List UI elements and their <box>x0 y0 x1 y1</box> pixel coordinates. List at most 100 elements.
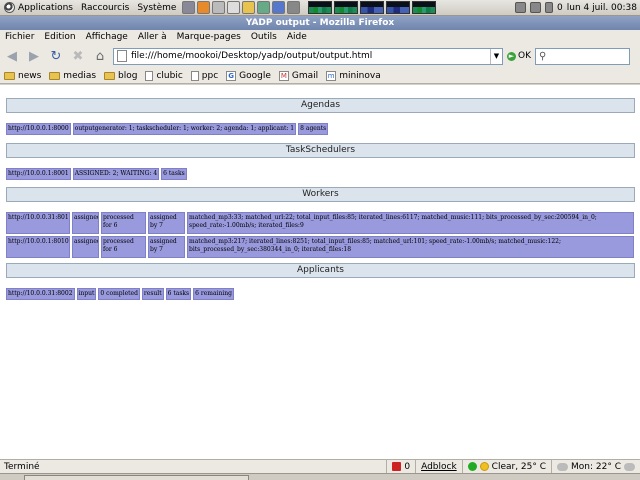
menu-outils[interactable]: Outils <box>246 32 282 42</box>
home-button[interactable]: ⌂ <box>91 47 109 65</box>
window-title: YADP output - Mozilla Firefox <box>245 18 395 28</box>
applicants-row: http://10.0.0.31:8002 input 0 completed … <box>6 288 234 300</box>
page-content[interactable]: Agendas http://10.0.0.1:8000 outputgener… <box>0 85 640 459</box>
launcher-document-icon[interactable] <box>227 1 241 14</box>
worker-state-cell: assigned <box>72 236 99 258</box>
back-button[interactable]: ◀ <box>3 47 21 65</box>
bookmark-google[interactable]: G Google <box>226 70 271 81</box>
menu-fichier[interactable]: Fichier <box>0 32 39 42</box>
launcher-app-icon[interactable] <box>257 1 271 14</box>
worker-assigned-cell: assigned by 7 <box>148 212 185 234</box>
applications-label: Applications <box>18 2 73 13</box>
window-titlebar[interactable]: YADP output - Mozilla Firefox <box>0 16 640 30</box>
applicant-url-cell: http://10.0.0.31:8002 <box>6 288 75 300</box>
url-dropdown-icon[interactable]: ▼ <box>490 48 502 64</box>
status-green-icon <box>467 462 477 471</box>
bookmarks-toolbar: news medias blog clubic ppc G Google M Gma… <box>0 68 640 84</box>
launcher-email-icon[interactable] <box>212 1 226 14</box>
worker-assigned-cell: assigned by 7 <box>148 236 185 258</box>
gnome-foot-icon <box>4 2 15 13</box>
search-icon: ⚲ <box>539 50 547 62</box>
cpu-graph-icon <box>308 1 333 14</box>
section-header-agendas: Agendas <box>6 98 635 113</box>
adblock-button[interactable]: Adblock <box>415 459 462 474</box>
bookmark-medias[interactable]: medias <box>49 71 96 81</box>
worker-state-cell: assigned <box>72 212 99 234</box>
top-panel: Applications Raccourcis Système 0 lun 4 … <box>0 0 640 16</box>
taskschedulers-row: http://10.0.0.1:8001 ASSIGNED: 2; WAITIN… <box>6 168 187 180</box>
system-monitor[interactable] <box>308 1 437 14</box>
reload-button[interactable]: ↻ <box>47 47 65 65</box>
go-arrow-icon: ► <box>507 51 516 61</box>
panel-clock[interactable]: lun 4 juil. 00:38 <box>567 3 637 13</box>
agenda-count-cell: 8 agents <box>298 123 329 135</box>
system-menu[interactable]: Système <box>133 3 180 13</box>
weather-current-text: Clear, 25° C <box>491 461 547 472</box>
section-header-taskschedulers: TaskSchedulers <box>6 143 635 158</box>
bookmark-label: news <box>18 70 42 81</box>
mail-notifier[interactable]: 0 <box>386 459 415 474</box>
url-bar[interactable]: file:///home/mookoi/Desktop/yadp/output/… <box>113 47 503 65</box>
volume-icon[interactable] <box>545 2 554 13</box>
notification-area: 0 lun 4 juil. 00:38 <box>515 2 640 13</box>
menu-aller[interactable]: Aller à <box>133 32 172 42</box>
bookmark-label: Gmail <box>291 70 319 81</box>
stop-button[interactable]: ✖ <box>69 47 87 65</box>
menu-marque-pages[interactable]: Marque-pages <box>172 32 246 42</box>
applicant-input-cell: input <box>76 288 97 300</box>
bookmark-blog[interactable]: blog <box>104 71 137 81</box>
menu-bar: Fichier Edition Affichage Aller à Marque… <box>0 30 640 44</box>
weather-current[interactable]: Clear, 25° C <box>461 459 551 474</box>
worker-stats-cell: matched_mp3:217; iterated_lines:8251; to… <box>187 236 634 258</box>
load-graph-icon <box>412 1 437 14</box>
folder-icon <box>4 71 15 80</box>
bookmark-label: clubic <box>156 70 183 81</box>
menu-edition[interactable]: Edition <box>39 32 80 42</box>
shortcuts-menu[interactable]: Raccourcis <box>77 3 133 13</box>
navigation-toolbar: ◀ ▶ ↻ ✖ ⌂ file:///home/mookoi/Desktop/ya… <box>0 44 640 68</box>
cloud-icon <box>624 462 635 471</box>
launcher-monitor-icon[interactable] <box>287 1 301 14</box>
section-header-applicants: Applicants <box>6 263 635 278</box>
scheduler-status-cell: ASSIGNED: 2; WAITING: 4 <box>72 168 160 180</box>
search-box[interactable]: ⚲ <box>535 47 630 65</box>
gmail-icon: M <box>278 70 289 81</box>
bookmark-mininova[interactable]: m mininova <box>326 70 381 81</box>
go-button[interactable]: ► OK <box>507 51 531 61</box>
bookmark-ppc[interactable]: ppc <box>190 70 218 81</box>
stop-icon: ✖ <box>72 48 84 64</box>
worker-row: http://10.0.0.1:8010 assigned processed … <box>6 236 634 258</box>
taskbar-window-button[interactable] <box>24 475 249 480</box>
weather-forecast-text: Mon: 22° C <box>571 461 621 472</box>
url-text[interactable]: file:///home/mookoi/Desktop/yadp/output/… <box>131 51 486 61</box>
launcher-firefox-icon[interactable] <box>197 1 211 14</box>
mininova-icon: m <box>326 70 337 81</box>
forward-button[interactable]: ▶ <box>25 47 43 65</box>
home-icon: ⌂ <box>95 48 105 64</box>
cloud-icon <box>557 462 569 471</box>
applicant-completed-cell: 0 completed <box>98 288 140 300</box>
launcher-media-icon[interactable] <box>272 1 286 14</box>
applications-menu[interactable]: Applications <box>0 2 77 13</box>
launcher-terminal-icon[interactable] <box>182 1 196 14</box>
tray-network-icon[interactable] <box>515 2 527 13</box>
launcher-folder-icon[interactable] <box>242 1 256 14</box>
menu-affichage[interactable]: Affichage <box>81 32 133 42</box>
agenda-url-cell: http://10.0.0.1:8000 <box>6 123 71 135</box>
bookmark-label: mininova <box>339 70 381 81</box>
applicant-tasks-cell: 6 tasks <box>165 288 192 300</box>
bookmark-news[interactable]: news <box>4 71 41 81</box>
swap-graph-icon <box>386 1 411 14</box>
bookmark-clubic[interactable]: clubic <box>145 70 183 81</box>
bookmark-gmail[interactable]: M Gmail <box>278 70 319 81</box>
page-icon <box>117 50 127 62</box>
worker-url-cell: http://10.0.0.1:8010 <box>6 236 70 258</box>
tray-app-icon[interactable] <box>530 2 542 13</box>
network-graph-icon <box>360 1 385 14</box>
folder-icon <box>104 71 116 80</box>
menu-aide[interactable]: Aide <box>282 32 312 42</box>
reload-icon: ↻ <box>50 48 62 64</box>
weather-forecast[interactable]: Mon: 22° C <box>551 459 640 474</box>
page-icon <box>190 70 199 81</box>
applicant-result-cell: result <box>141 288 164 300</box>
